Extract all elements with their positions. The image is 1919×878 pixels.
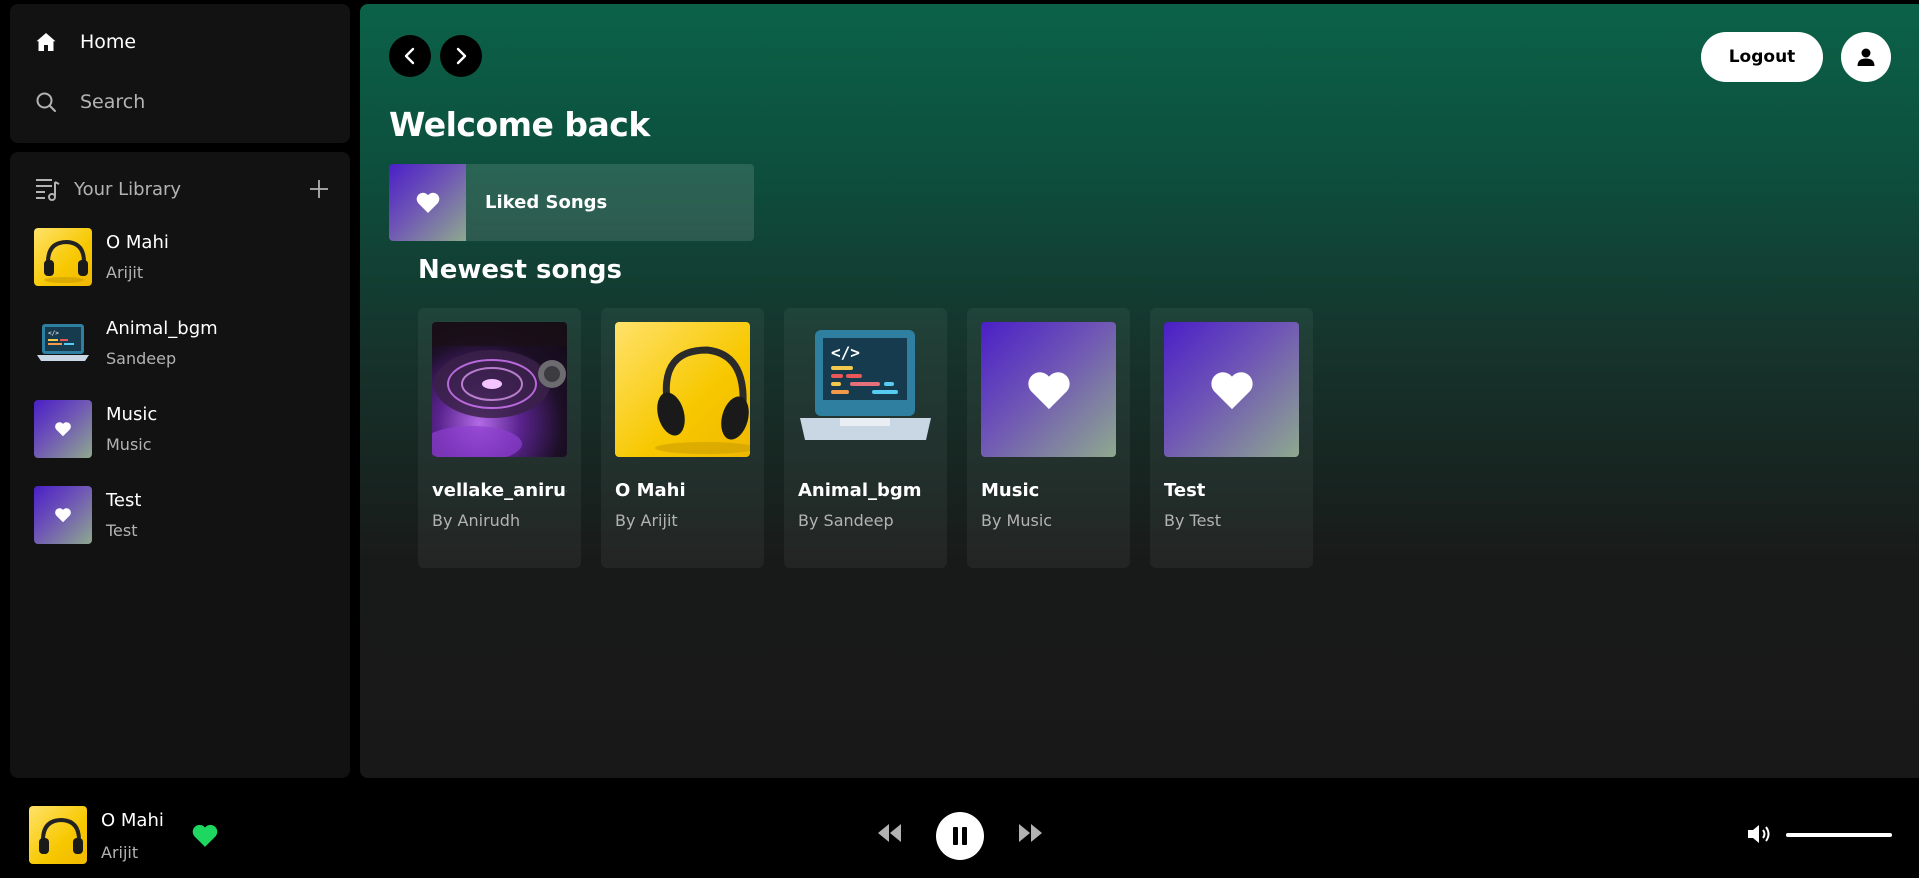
library-header: Your Library — [34, 172, 330, 206]
player-bar: O Mahi Arijit — [0, 788, 1919, 878]
library-panel: Your Library O Mahi Arijit </> Animal_bg… — [10, 152, 350, 778]
library-item-artist: Arijit — [106, 263, 144, 282]
library-item-name: Music — [106, 404, 158, 425]
song-card-name: Animal_bgm — [798, 480, 922, 501]
heart-cover — [34, 486, 92, 544]
back-button[interactable] — [389, 35, 431, 77]
song-card[interactable]: Test By Test — [1150, 308, 1313, 568]
pause-icon — [953, 827, 967, 845]
now-playing-cover — [29, 806, 87, 864]
library-item-name: Test — [106, 490, 142, 511]
library-item-name: O Mahi — [106, 232, 169, 253]
library-list: O Mahi Arijit </> Animal_bgm Sandeep Mus… — [34, 228, 218, 572]
heart-cover — [1164, 322, 1299, 457]
song-card[interactable]: vellake_anirudh By Anirudh — [418, 308, 581, 568]
main-panel: Logout Welcome back Liked Songs Newest s… — [360, 4, 1919, 778]
heart-icon — [1027, 371, 1070, 409]
chevron-right-icon — [456, 47, 467, 65]
liked-songs-label: Liked Songs — [485, 192, 608, 213]
like-button[interactable] — [191, 823, 219, 852]
nav-panel: Home Search — [10, 4, 350, 143]
nav-home[interactable]: Home — [34, 30, 136, 54]
song-card-artist: By Test — [1164, 511, 1222, 530]
library-title[interactable]: Your Library — [74, 179, 308, 200]
heart-icon — [1210, 371, 1253, 409]
song-card-artist: By Music — [981, 511, 1053, 530]
chevron-left-icon — [404, 47, 415, 65]
song-card-artist: By Anirudh — [432, 511, 521, 530]
volume-level — [1786, 833, 1892, 837]
song-card-name: vellake_anirudh — [432, 480, 567, 501]
user-icon — [1857, 48, 1875, 66]
nav-search[interactable]: Search — [34, 90, 145, 114]
volume-slider[interactable] — [1786, 833, 1892, 837]
svg-text:</>: </> — [48, 330, 59, 337]
song-card-row: vellake_anirudh By Anirudh O Mahi By Ari… — [418, 308, 1313, 568]
forward-button[interactable] — [440, 35, 482, 77]
fast-forward-icon — [1019, 824, 1042, 842]
library-item[interactable]: Test Test — [34, 486, 218, 544]
library-item-name: Animal_bgm — [106, 318, 218, 339]
song-card-name: Test — [1164, 480, 1206, 501]
page-title: Welcome back — [389, 105, 650, 144]
search-icon — [36, 92, 56, 112]
now-playing-title: O Mahi — [101, 810, 164, 831]
song-card[interactable]: </> Animal_bgm By Sandeep — [784, 308, 947, 568]
heart-icon — [192, 824, 218, 847]
song-card-artist: By Arijit — [615, 511, 678, 530]
laptop-cover: </> — [798, 322, 933, 457]
liked-songs-card[interactable]: Liked Songs — [389, 164, 754, 241]
logout-button[interactable]: Logout — [1701, 32, 1823, 82]
library-item-artist: Sandeep — [106, 349, 177, 368]
svg-text:</>: </> — [831, 343, 860, 362]
song-card[interactable]: Music By Music — [967, 308, 1130, 568]
song-card-name: O Mahi — [615, 480, 686, 501]
now-playing-artist: Arijit — [101, 843, 139, 862]
nav-home-label: Home — [80, 31, 137, 53]
home-icon — [36, 33, 56, 51]
next-button[interactable] — [1016, 821, 1044, 849]
previous-button[interactable] — [876, 821, 904, 849]
library-item[interactable]: O Mahi Arijit — [34, 228, 218, 286]
heart-cover — [981, 322, 1116, 457]
library-item-artist: Music — [106, 435, 152, 454]
song-card[interactable]: O Mahi By Arijit — [601, 308, 764, 568]
headphones-cover — [615, 322, 750, 457]
song-card-artist: By Sandeep — [798, 511, 894, 530]
song-card-name: Music — [981, 480, 1040, 501]
profile-button[interactable] — [1841, 32, 1891, 82]
heart-icon — [55, 508, 71, 523]
library-item[interactable]: </> Animal_bgm Sandeep — [34, 314, 218, 372]
turntable-cover — [432, 322, 567, 457]
nav-search-label: Search — [80, 91, 146, 113]
laptop-cover: </> — [34, 314, 92, 372]
heart-icon — [416, 192, 439, 213]
library-item-artist: Test — [106, 521, 138, 540]
heart-cover — [34, 400, 92, 458]
library-icon[interactable] — [34, 176, 60, 202]
section-title: Newest songs — [418, 255, 622, 285]
volume-icon[interactable] — [1746, 822, 1774, 850]
headphones-cover — [34, 228, 92, 286]
liked-songs-cover — [389, 164, 466, 241]
library-item[interactable]: Music Music — [34, 400, 218, 458]
pause-button[interactable] — [936, 812, 984, 860]
rewind-icon — [878, 824, 901, 842]
add-playlist-icon[interactable] — [308, 178, 330, 200]
heart-icon — [55, 422, 71, 437]
